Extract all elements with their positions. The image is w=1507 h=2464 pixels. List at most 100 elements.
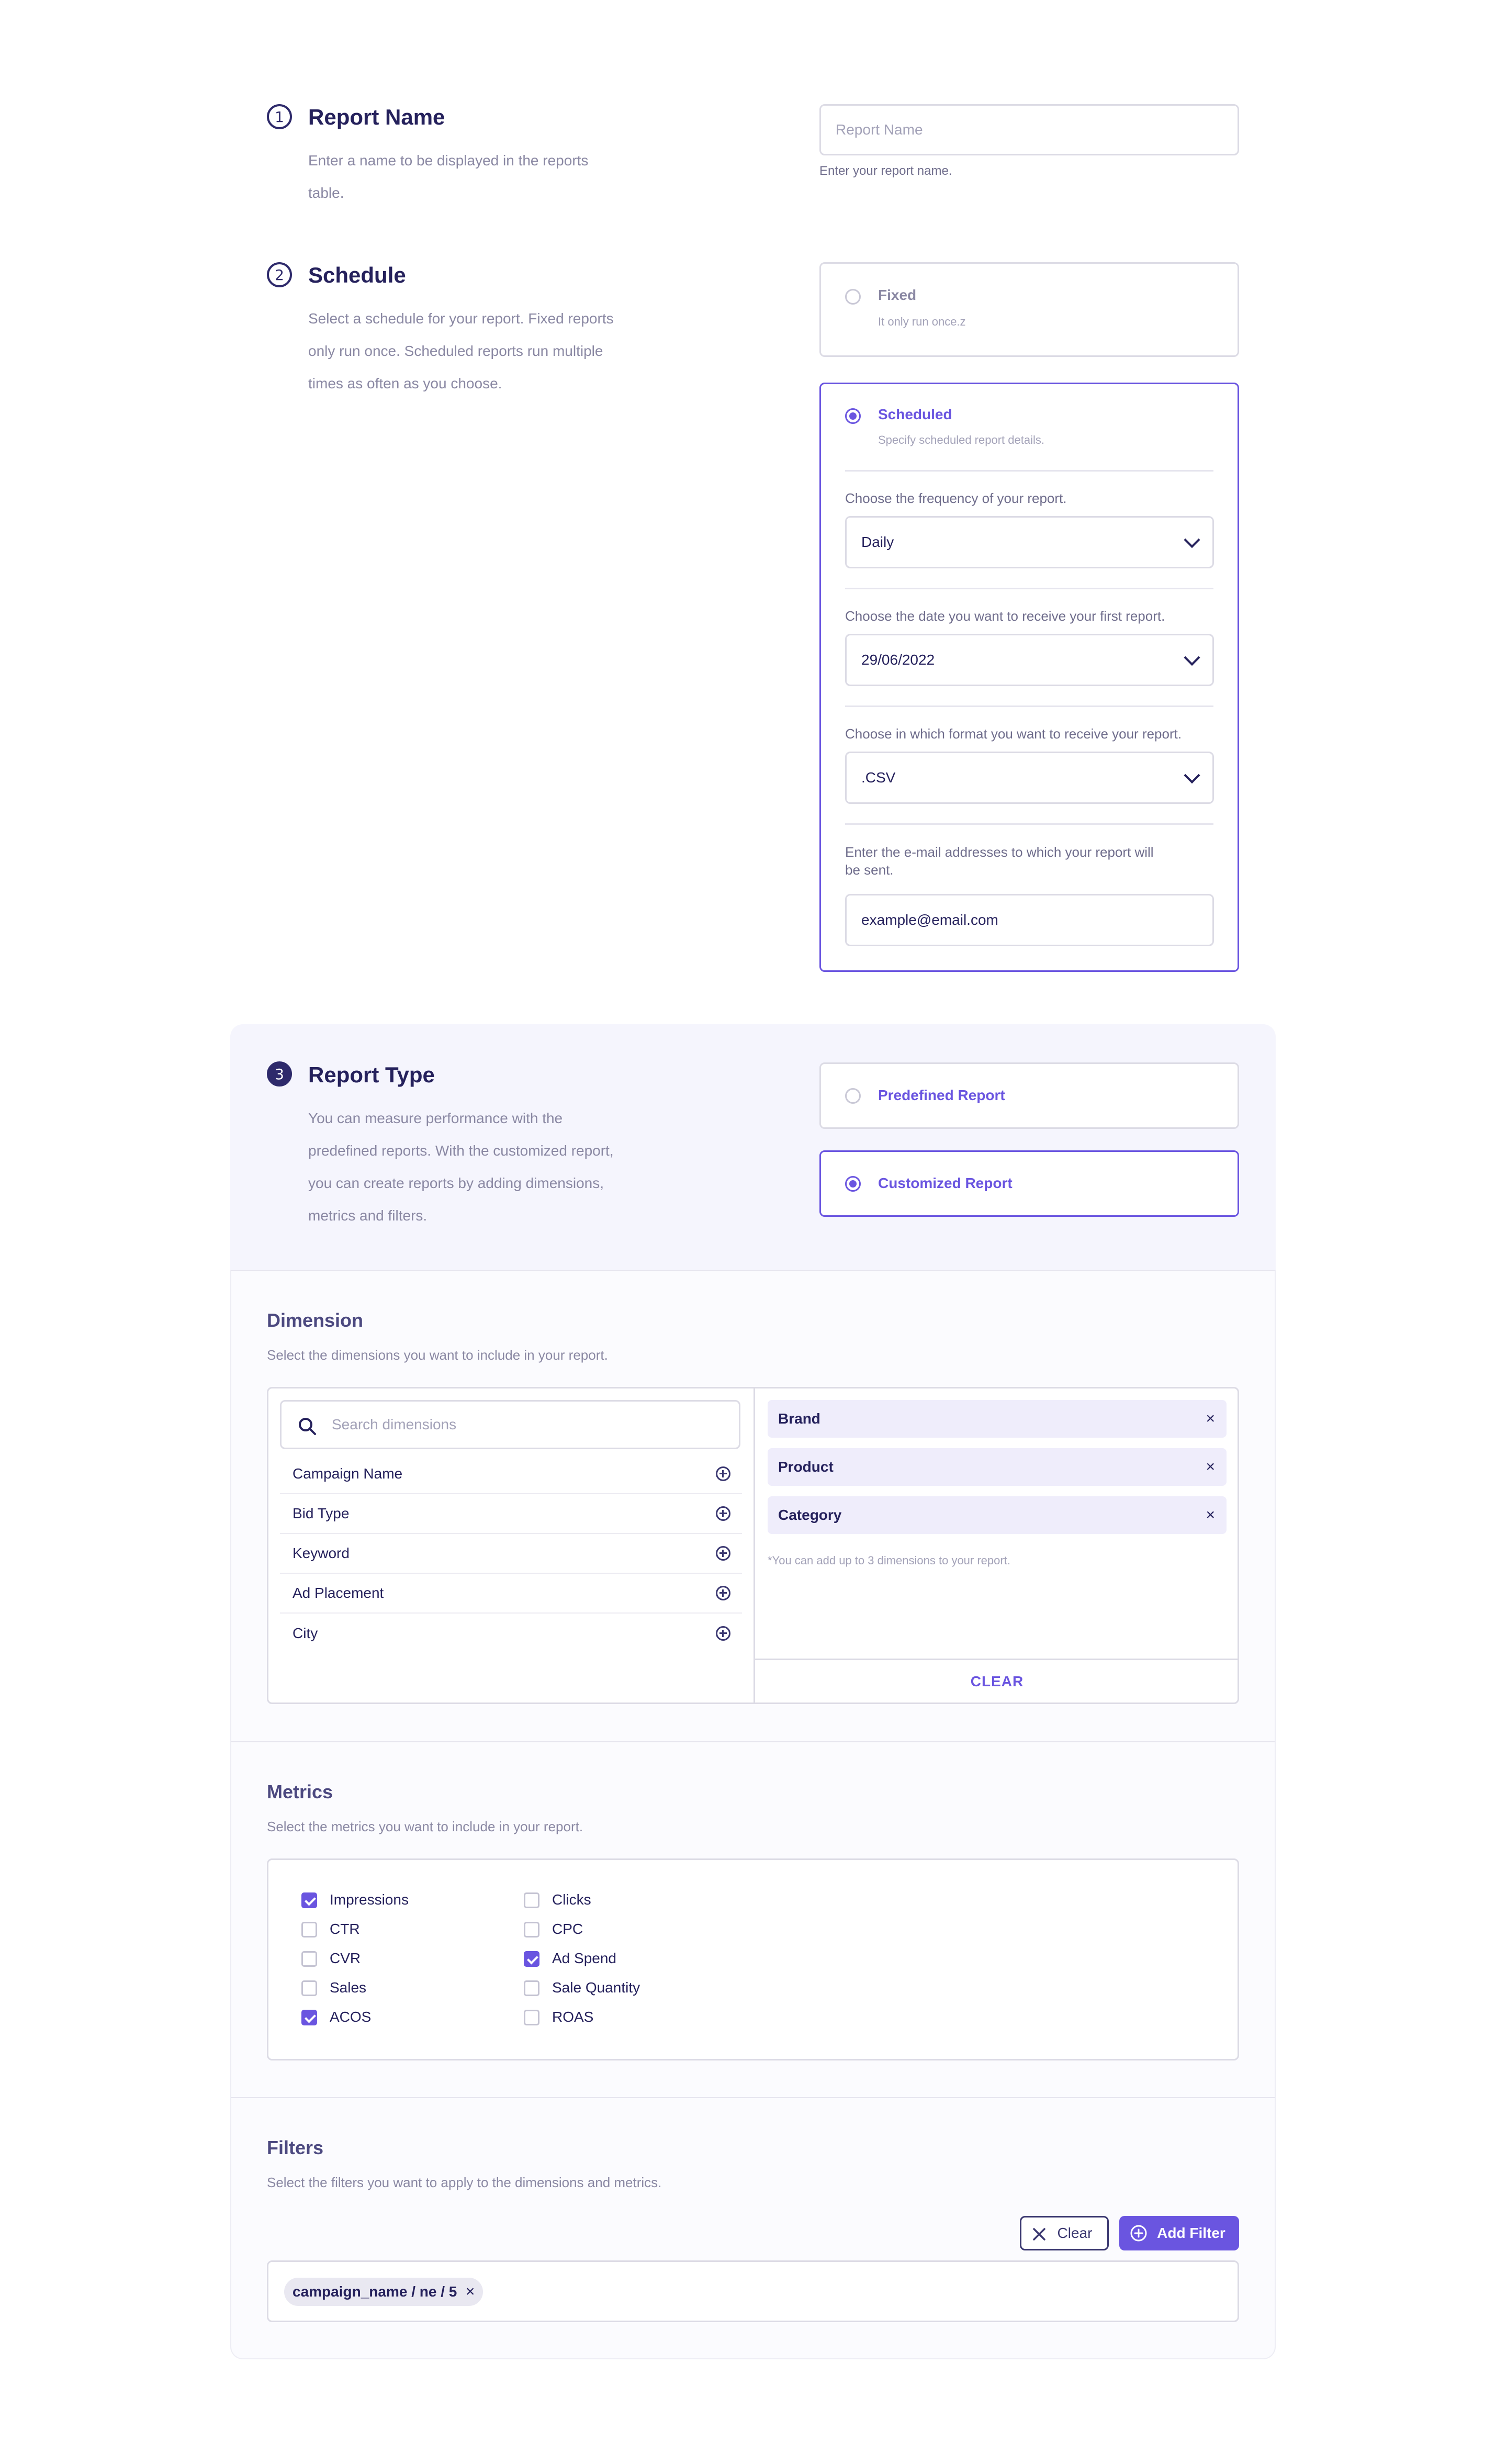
close-icon[interactable]: ×: [1206, 1410, 1215, 1428]
scheduled-option-card[interactable]: Scheduled Specify scheduled report detai…: [819, 383, 1239, 972]
filters-description: Select the filters you want to apply to …: [267, 2175, 662, 2190]
clear-filters-label: Clear: [1057, 2225, 1093, 2241]
plus-circle-icon[interactable]: [716, 1506, 730, 1521]
add-filter-button[interactable]: Add Filter: [1119, 2216, 1239, 2250]
metric-label: Clicks: [552, 1891, 591, 1908]
schedule-description-line2: only run once. Scheduled reports run mul…: [308, 343, 603, 359]
plus-circle-icon[interactable]: [716, 1546, 730, 1561]
report-type-description-line4: metrics and filters.: [308, 1207, 428, 1224]
list-item[interactable]: Campaign Name: [280, 1454, 742, 1494]
metric-label: ACOS: [330, 2009, 372, 2025]
divider: [845, 823, 1213, 825]
plus-circle-icon[interactable]: [716, 1466, 730, 1481]
first-report-date-select[interactable]: 29/06/2022: [845, 634, 1214, 686]
divider: [231, 1741, 1275, 1742]
metric-checkbox-sales[interactable]: [301, 1980, 317, 1996]
first-report-date-value: 29/06/2022: [861, 652, 935, 668]
dimension-search-input[interactable]: Search dimensions: [280, 1400, 740, 1449]
format-select[interactable]: .CSV: [845, 752, 1214, 804]
frequency-label: Choose the frequency of your report.: [845, 490, 1067, 506]
dimension-label: Campaign Name: [293, 1465, 403, 1482]
email-label-line1: Enter the e-mail addresses to which your…: [845, 844, 1154, 860]
metric-checkbox-roas[interactable]: [524, 2010, 539, 2025]
divider: [845, 470, 1213, 472]
report-type-title: Report Type: [308, 1062, 435, 1087]
metric-checkbox-cvr[interactable]: [301, 1951, 317, 1967]
dimension-title: Dimension: [267, 1309, 364, 1331]
scheduled-radio[interactable]: [845, 408, 861, 424]
fixed-option-title: Fixed: [878, 287, 917, 303]
add-filter-label: Add Filter: [1157, 2225, 1225, 2241]
metric-label: CVR: [330, 1950, 361, 1966]
divider: [231, 1270, 1275, 1271]
fixed-radio[interactable]: [845, 289, 861, 305]
filter-chip[interactable]: campaign_name / ne / 5 ×: [284, 2278, 483, 2306]
metric-checkbox-acos[interactable]: [301, 2010, 317, 2025]
selected-dimension-label: Category: [778, 1507, 842, 1523]
metric-checkbox-clicks[interactable]: [524, 1892, 539, 1908]
list-item[interactable]: Bid Type: [280, 1494, 742, 1534]
email-label-line2: be sent.: [845, 862, 894, 878]
metric-label: Ad Spend: [552, 1950, 616, 1966]
metric-label: CPC: [552, 1921, 583, 1937]
selected-dimensions-panel: Brand × Product × Category × *You can ad…: [755, 1388, 1239, 1703]
step-3-number: 3: [267, 1061, 292, 1087]
metrics-title: Metrics: [267, 1781, 333, 1802]
fixed-option-subtitle: It only run once.z: [878, 315, 966, 328]
email-input[interactable]: example@email.com: [845, 894, 1214, 946]
chevron-down-icon: [1184, 532, 1200, 548]
metric-label: ROAS: [552, 2009, 594, 2025]
customized-report-option[interactable]: Customized Report: [819, 1150, 1239, 1217]
close-icon[interactable]: ×: [466, 2283, 475, 2301]
dimension-label: Keyword: [293, 1545, 350, 1561]
metric-checkbox-impressions[interactable]: [301, 1892, 317, 1908]
email-value: example@email.com: [861, 912, 998, 928]
selected-dimension-chip: Brand ×: [768, 1400, 1227, 1438]
clear-dimensions-button[interactable]: CLEAR: [755, 1660, 1239, 1703]
close-icon[interactable]: ×: [1206, 1506, 1215, 1524]
metric-checkbox-ctr[interactable]: [301, 1922, 317, 1937]
frequency-select[interactable]: Daily: [845, 516, 1214, 568]
metrics-description: Select the metrics you want to include i…: [267, 1819, 583, 1834]
first-report-date-label: Choose the date you want to receive your…: [845, 608, 1165, 624]
dimension-label: Ad Placement: [293, 1585, 384, 1601]
list-item[interactable]: Keyword: [280, 1534, 742, 1574]
report-name-description-line1: Enter a name to be displayed in the repo…: [308, 152, 589, 169]
divider: [231, 2097, 1275, 2098]
customized-radio[interactable]: [845, 1176, 861, 1192]
plus-circle-icon[interactable]: [716, 1586, 730, 1600]
list-item[interactable]: Ad Placement: [280, 1574, 742, 1614]
metric-label: Impressions: [330, 1891, 409, 1908]
step-2-number: 2: [267, 262, 292, 287]
close-icon[interactable]: ×: [1206, 1458, 1215, 1476]
predefined-report-option[interactable]: Predefined Report: [819, 1062, 1239, 1129]
report-type-description-line2: predefined reports. With the customized …: [308, 1143, 614, 1159]
scheduled-option-title: Scheduled: [878, 406, 952, 422]
divider: [845, 588, 1213, 589]
list-item[interactable]: City: [280, 1614, 742, 1653]
metric-label: Sales: [330, 1979, 367, 1996]
selected-dimension-label: Product: [778, 1459, 834, 1475]
step-1-number: 1: [267, 104, 292, 129]
predefined-report-label: Predefined Report: [878, 1087, 1005, 1103]
report-name-hint: Enter your report name.: [819, 164, 952, 178]
dimension-description: Select the dimensions you want to includ…: [267, 1347, 608, 1363]
clear-filters-button[interactable]: Clear: [1020, 2216, 1109, 2250]
predefined-radio[interactable]: [845, 1088, 861, 1104]
dimension-search-placeholder: Search dimensions: [332, 1416, 457, 1432]
report-name-input[interactable]: Report Name: [819, 104, 1239, 155]
divider: [845, 705, 1213, 707]
selected-dimension-chip: Product ×: [768, 1448, 1227, 1486]
metric-checkbox-sale-quantity[interactable]: [524, 1980, 539, 1996]
active-filters-box: campaign_name / ne / 5 ×: [267, 2260, 1239, 2322]
plus-circle-icon[interactable]: [716, 1626, 730, 1641]
dimension-label: Bid Type: [293, 1505, 350, 1521]
metric-checkbox-cpc[interactable]: [524, 1922, 539, 1937]
report-name-title: Report Name: [308, 105, 445, 129]
metric-checkbox-ad-spend[interactable]: [524, 1951, 539, 1967]
schedule-description-line1: Select a schedule for your report. Fixed…: [308, 310, 614, 327]
fixed-option-card[interactable]: Fixed It only run once.z: [819, 262, 1239, 357]
search-icon: [299, 1418, 316, 1435]
format-value: .CSV: [861, 769, 896, 786]
report-name-description-line2: table.: [308, 185, 344, 201]
